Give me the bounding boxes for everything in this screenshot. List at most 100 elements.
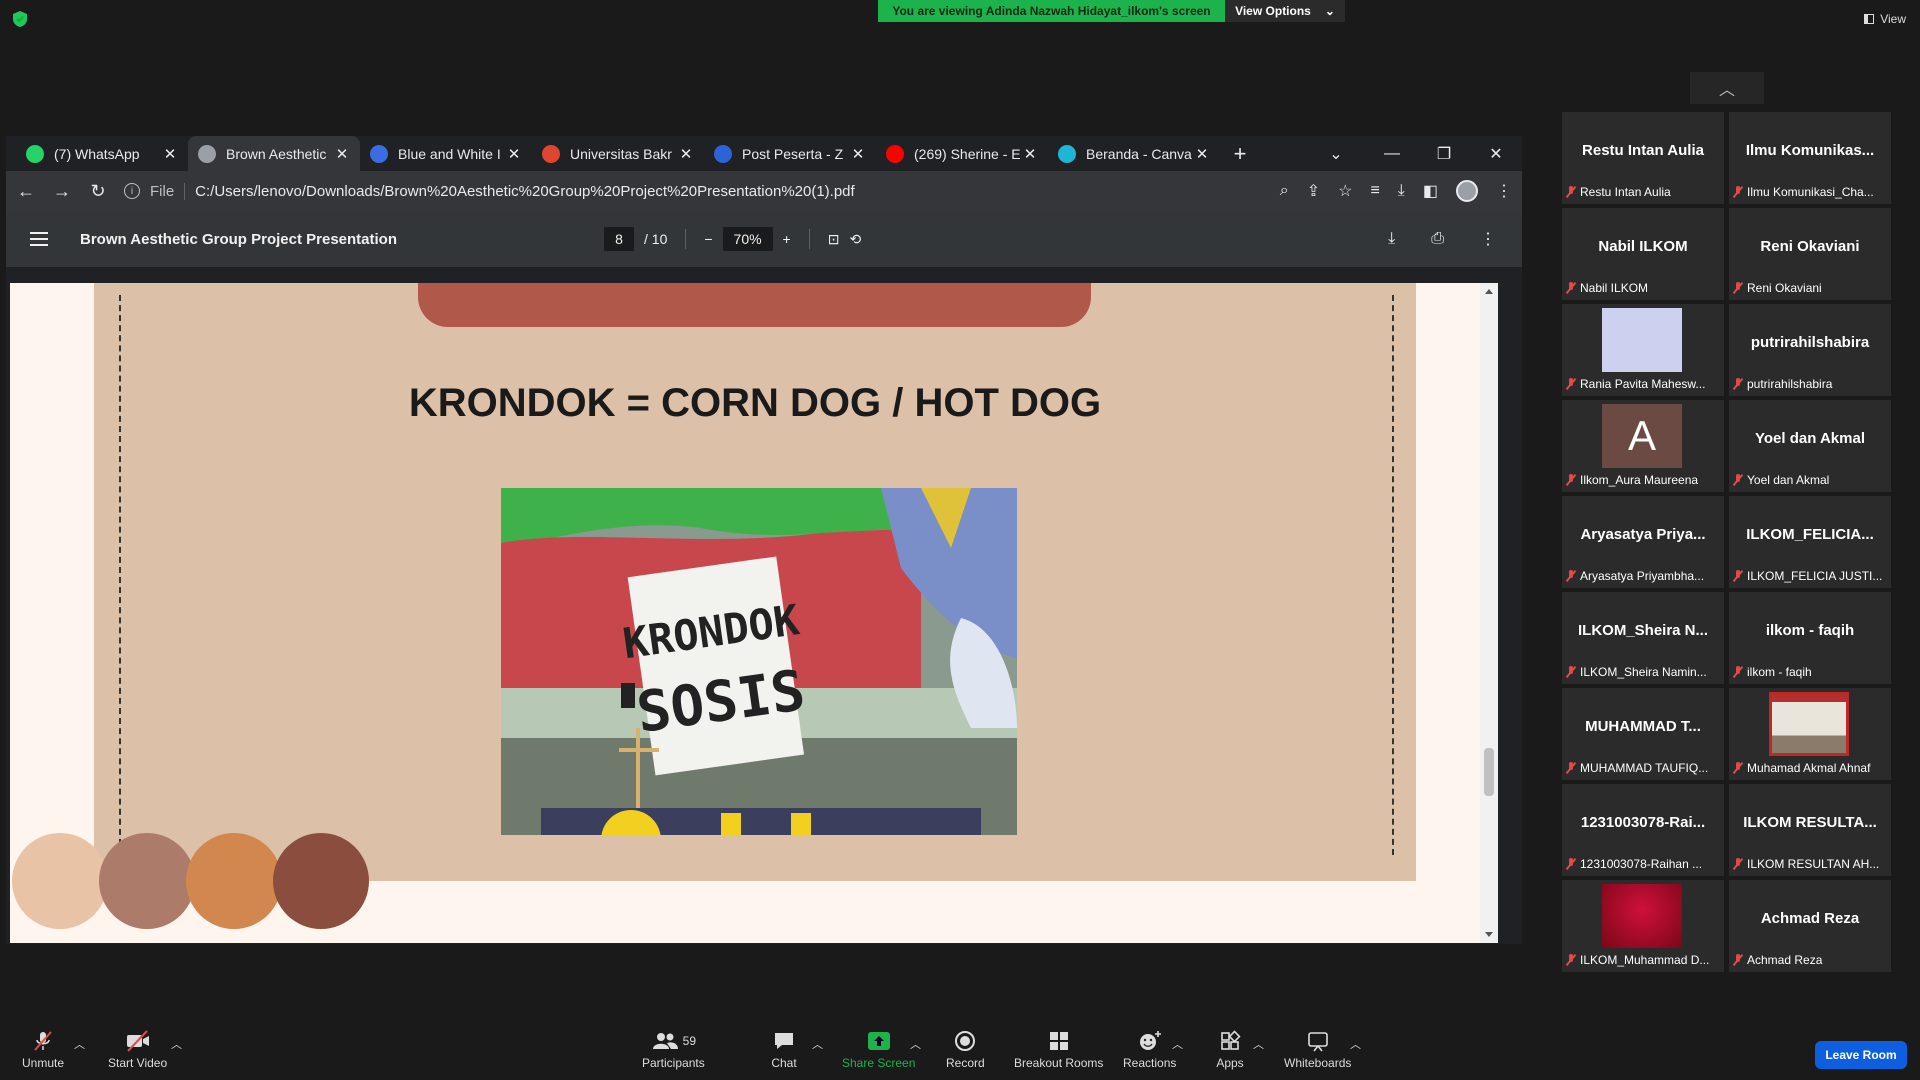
browser-tab[interactable]: Blue and White I ✕ — [360, 136, 532, 171]
participant-display-name: Ilmu Komunikas... — [1745, 142, 1875, 159]
participant-tile[interactable]: Aryasatya Priya... Aryasatya Priyambha... — [1562, 496, 1724, 588]
profile-avatar[interactable] — [1456, 180, 1478, 202]
reload-icon[interactable]: ↻ — [88, 181, 108, 202]
rotate-icon[interactable]: ⟲ — [849, 231, 861, 248]
participant-picture — [1602, 884, 1682, 948]
participant-name: ILKOM_FELICIA JUSTI... — [1747, 569, 1883, 583]
zoom-input[interactable]: 70% — [722, 227, 773, 251]
breakout-rooms-button[interactable]: Breakout Rooms — [1014, 1030, 1103, 1070]
participant-tile[interactable]: ILKOM_Sheira N... ILKOM_Sheira Namin... — [1562, 592, 1724, 684]
pdf-download-icon[interactable]: ⤓ — [1388, 230, 1395, 248]
participant-tile[interactable]: A Ilkom_Aura Maureena — [1562, 400, 1724, 492]
tab-title: Universitas Bakr — [570, 145, 672, 162]
mic-muted-icon — [1566, 762, 1576, 774]
print-icon[interactable]: ⎙ — [1431, 230, 1444, 248]
fit-page-icon[interactable]: ⊡ — [828, 231, 840, 248]
tab-close-icon[interactable]: ✕ — [1194, 145, 1210, 163]
video-off-icon — [124, 1030, 152, 1052]
forward-icon[interactable]: → — [52, 181, 72, 202]
view-button[interactable]: View — [1864, 12, 1906, 26]
record-button[interactable]: Record — [946, 1030, 985, 1070]
reading-list-icon[interactable]: ≡ — [1370, 182, 1379, 200]
browser-tab[interactable]: (7) WhatsApp ✕ — [16, 136, 188, 171]
unmute-button[interactable]: Unmute — [22, 1030, 64, 1070]
download-icon[interactable]: ⤓ — [1398, 182, 1405, 200]
hamburger-icon[interactable] — [30, 232, 48, 246]
gallery-scroll-up-button[interactable]: ︿ — [1690, 72, 1764, 104]
participant-tile[interactable]: Yoel dan Akmal Yoel dan Akmal — [1729, 400, 1891, 492]
sidepanel-icon[interactable]: ◧ — [1423, 181, 1438, 201]
whiteboards-button[interactable]: Whiteboards — [1284, 1030, 1351, 1070]
star-icon[interactable]: ☆ — [1338, 181, 1352, 201]
participant-footer: 1231003078-Raihan ... — [1566, 856, 1722, 872]
participant-tile[interactable]: Muhamad Akmal Ahnaf — [1729, 688, 1891, 780]
share-screen-button[interactable]: Share Screen — [842, 1030, 915, 1070]
new-tab-icon[interactable]: + — [1220, 136, 1260, 171]
reactions-options-caret[interactable]: ︿ — [1172, 1036, 1183, 1052]
participant-tile[interactable]: Rania Pavita Mahesw... — [1562, 304, 1724, 396]
participant-tile[interactable]: ILKOM RESULTA... ILKOM RESULTAN AH... — [1729, 784, 1891, 876]
leave-room-button[interactable]: Leave Room — [1815, 1041, 1907, 1069]
scroll-thumb[interactable] — [1484, 748, 1494, 796]
start-video-button[interactable]: Start Video — [108, 1030, 167, 1070]
tab-close-icon[interactable]: ✕ — [1022, 145, 1038, 163]
info-icon[interactable]: i — [124, 183, 140, 199]
tab-close-icon[interactable]: ✕ — [850, 145, 866, 163]
chat-button[interactable]: Chat — [770, 1030, 798, 1070]
share-icon[interactable]: ⇪ — [1307, 181, 1320, 201]
participant-tile[interactable]: MUHAMMAD T... MUHAMMAD TAUFIQ... — [1562, 688, 1724, 780]
pdf-page-controls: 8 / 10 − 70% + ⊡ ⟲ — [604, 211, 861, 267]
vertical-scrollbar[interactable] — [1480, 283, 1498, 943]
url-field[interactable]: i File C:/Users/lenovo/Downloads/Brown%2… — [124, 175, 1264, 207]
minimize-icon[interactable]: — — [1366, 136, 1418, 171]
back-icon[interactable]: ← — [16, 181, 36, 202]
tab-close-icon[interactable]: ✕ — [678, 145, 694, 163]
tab-search-icon[interactable]: ⌄ — [1316, 136, 1356, 171]
tab-close-icon[interactable]: ✕ — [506, 145, 522, 163]
browser-tab[interactable]: Universitas Bakr ✕ — [532, 136, 704, 171]
video-options-caret[interactable]: ︿ — [171, 1036, 182, 1052]
whiteboards-options-caret[interactable]: ︿ — [1350, 1036, 1361, 1052]
apps-options-caret[interactable]: ︿ — [1253, 1036, 1264, 1052]
participant-tile[interactable]: Nabil ILKOM Nabil ILKOM — [1562, 208, 1724, 300]
page-number-input[interactable]: 8 — [604, 227, 634, 251]
browser-tab[interactable]: Beranda - Canva ✕ — [1048, 136, 1220, 171]
scroll-down-arrow[interactable] — [1485, 932, 1493, 937]
participant-tile[interactable]: Ilmu Komunikas... Ilmu Komunikasi_Cha... — [1729, 112, 1891, 204]
tab-close-icon[interactable]: ✕ — [334, 145, 350, 163]
tab-title: Blue and White I — [398, 145, 501, 162]
share-options-caret[interactable]: ︿ — [910, 1036, 921, 1052]
participant-tile[interactable]: ilkom - faqih ilkom - faqih — [1729, 592, 1891, 684]
close-window-icon[interactable]: ✕ — [1470, 136, 1522, 171]
browser-tab[interactable]: Brown Aesthetic ✕ — [188, 136, 360, 171]
participant-display-name: putrirahilshabira — [1750, 334, 1870, 351]
participant-tile[interactable]: ILKOM_Muhammad D... — [1562, 880, 1724, 972]
zoom-in-icon[interactable]: + — [783, 231, 791, 247]
participant-footer: Yoel dan Akmal — [1733, 472, 1889, 488]
apps-button[interactable]: Apps — [1216, 1030, 1244, 1070]
reactions-button[interactable]: Reactions — [1123, 1030, 1176, 1070]
participant-tile[interactable]: ILKOM_FELICIA... ILKOM_FELICIA JUSTI... — [1729, 496, 1891, 588]
participant-tile[interactable]: putrirahilshabira putrirahilshabira — [1729, 304, 1891, 396]
browser-tab[interactable]: (269) Sherine - E ✕ — [876, 136, 1048, 171]
restore-icon[interactable]: ❐ — [1418, 136, 1470, 171]
pdf-menu-icon[interactable]: ⋮ — [1480, 229, 1496, 249]
participant-tile[interactable]: 1231003078-Rai... 1231003078-Raihan ... — [1562, 784, 1724, 876]
browser-tab[interactable]: Post Peserta - Z ✕ — [704, 136, 876, 171]
zoom-icon[interactable]: ⌕ — [1280, 182, 1289, 200]
participant-tile[interactable]: Achmad Reza Achmad Reza — [1729, 880, 1891, 972]
chat-options-caret[interactable]: ︿ — [812, 1036, 823, 1052]
participant-tile[interactable]: Reni Okaviani Reni Okaviani — [1729, 208, 1891, 300]
scroll-up-arrow[interactable] — [1485, 289, 1493, 294]
participants-button[interactable]: 59 Participants — [642, 1030, 705, 1070]
participant-tile[interactable]: Restu Intan Aulia Restu Intan Aulia — [1562, 112, 1724, 204]
audio-options-caret[interactable]: ︿ — [74, 1036, 85, 1052]
participant-name: MUHAMMAD TAUFIQ... — [1580, 761, 1709, 775]
tab-strip: (7) WhatsApp ✕ Brown Aesthetic ✕ Blue and Wh… — [6, 136, 1522, 171]
tab-close-icon[interactable]: ✕ — [162, 145, 178, 163]
zoom-out-icon[interactable]: − — [704, 231, 712, 247]
view-options-button[interactable]: View Options ⌄ — [1225, 0, 1345, 22]
palette-circle — [12, 833, 108, 929]
participant-name: Nabil ILKOM — [1580, 281, 1649, 295]
menu-icon[interactable]: ⋮ — [1496, 181, 1512, 201]
